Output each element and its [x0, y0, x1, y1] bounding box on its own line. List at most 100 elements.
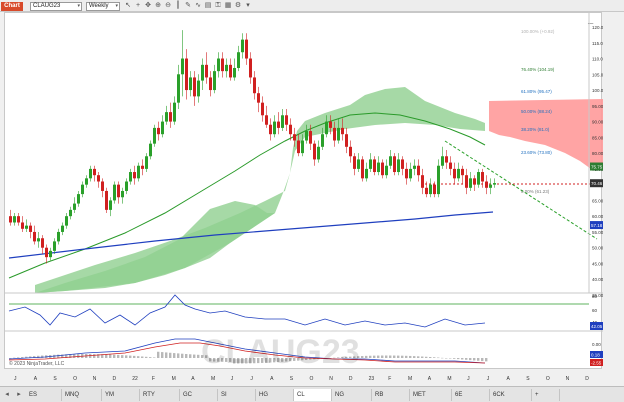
chart-area[interactable]: ← 100.00% (+0.92) 76.40% (104.19) 61.80% (… [4, 12, 606, 371]
price-tick-label: 40.00 [592, 277, 603, 282]
instrument-tab[interactable]: MNQ [62, 389, 102, 401]
price-tick-label: 80.00 [592, 151, 603, 156]
price-tick-label: 90.00 [592, 120, 603, 125]
macd-histogram-bar [197, 354, 200, 358]
price-tick-label: 110.00 [592, 57, 603, 62]
instrument-tab[interactable]: 6E [452, 389, 490, 401]
time-axis[interactable]: J A S O N D 22 F M A M J J A S O N D 23 F M A M J J A S O N D [4, 371, 602, 385]
fib-labels: 100.00% (+0.92) 76.40% (104.19) 61.80% (95… [521, 29, 555, 194]
symbol-select[interactable]: CLAUG23 ▾ [30, 2, 82, 11]
instrument-tab[interactable]: CL [294, 389, 332, 401]
add-tab-button[interactable]: + [532, 389, 560, 401]
bar-style-icon[interactable]: ┃ [174, 2, 182, 10]
candle-body [361, 159, 364, 179]
tiles-icon[interactable]: ▦ [224, 2, 232, 10]
candle-body [269, 124, 272, 135]
instrument-tab[interactable]: SI [218, 389, 256, 401]
candle-body [45, 247, 48, 258]
indicator1-tick-label: 60 [592, 308, 598, 313]
cursor-icon[interactable]: ↖ [124, 2, 132, 10]
macd-histogram-bar [465, 358, 468, 360]
chevron-down-icon: ▾ [77, 3, 80, 9]
time-tick-label: M [172, 376, 176, 382]
lock-icon[interactable]: ⚿ [214, 2, 222, 10]
pan-icon[interactable]: ✥ [144, 2, 152, 10]
price-chart[interactable]: ← 100.00% (+0.92)76.40% (104.19)61.80% (… [5, 13, 606, 371]
arrow-right-icon[interactable]: ▸ [14, 389, 24, 401]
candle-body [465, 175, 468, 188]
price-tick-label: 45.00 [592, 261, 603, 266]
macd-histogram-bar [481, 358, 484, 362]
macd-histogram-bar [393, 355, 396, 358]
crosshair-icon[interactable]: + [134, 2, 142, 10]
candle-body [185, 58, 188, 91]
candle-body [109, 200, 112, 210]
candle-body [321, 134, 324, 147]
candle-body [249, 58, 252, 78]
candle-body [85, 178, 88, 185]
properties-icon[interactable]: ⚙ [234, 2, 242, 10]
instrument-tab[interactable]: GC [180, 389, 218, 401]
indicator2-tick-label: 0.00 [592, 342, 601, 347]
macd-histogram-bar [417, 356, 420, 358]
macd-histogram-bar [421, 356, 424, 358]
time-tick-label: M [447, 376, 451, 382]
interval-value: Weekly [89, 3, 109, 9]
macd-histogram-bar [385, 355, 388, 358]
candle-body [169, 112, 172, 122]
candle-body [125, 181, 128, 191]
candle-body [113, 184, 116, 201]
arrow-left-icon[interactable]: ◂ [2, 389, 12, 401]
macd-histogram-bar [141, 356, 144, 358]
candle-body [481, 172, 484, 182]
candle-body [397, 159, 400, 173]
candle-body [21, 222, 24, 229]
instrument-tab[interactable]: NG [332, 389, 372, 401]
candle-body [457, 168, 460, 179]
price-flag-label: 70.46 [591, 181, 603, 186]
macd-histogram-bar [185, 354, 188, 358]
symbol-value: CLAUG23 [33, 3, 61, 9]
macd-histogram-bar [153, 357, 156, 358]
instrument-tab[interactable]: RTY [140, 389, 180, 401]
candle-body [301, 140, 304, 154]
fib-level-label: 38.20% (81.0) [521, 127, 550, 132]
time-tick-label: J [250, 376, 253, 382]
more-icon[interactable]: ▾ [244, 2, 252, 10]
candle-body [37, 238, 40, 242]
candle-body [289, 124, 292, 135]
candle-body [281, 115, 284, 128]
candle-body [261, 102, 264, 116]
zoom-out-icon[interactable]: ⊖ [164, 2, 172, 10]
interval-select[interactable]: Weekly ▾ [86, 2, 120, 11]
macd-histogram-bar [145, 356, 148, 358]
macd-histogram-bar [169, 352, 172, 358]
candle-body [209, 77, 212, 91]
candle-body [485, 181, 488, 188]
chart-tab[interactable]: Chart [1, 2, 23, 11]
candle-body [441, 156, 444, 166]
instrument-tab[interactable]: 6CK [490, 389, 532, 401]
candle-body [117, 184, 120, 198]
template-icon[interactable]: ▤ [204, 2, 212, 10]
candle-body [29, 225, 32, 232]
macd-histogram-bar [377, 355, 380, 358]
price-tick-label: 55.00 [592, 230, 603, 235]
chevron-down-icon: ▾ [115, 3, 118, 9]
macd-histogram-bar [429, 357, 432, 358]
zoom-in-icon[interactable]: ⊕ [154, 2, 162, 10]
price-tick-label: 65.00 [592, 198, 603, 203]
instrument-tab[interactable]: MET [410, 389, 452, 401]
candle-body [145, 156, 148, 169]
instrument-tab[interactable]: RB [372, 389, 410, 401]
indicator-icon[interactable]: ∿ [194, 2, 202, 10]
instrument-tab[interactable]: YM [102, 389, 140, 401]
instrument-tab[interactable]: HG [256, 389, 294, 401]
macd-histogram-bar [469, 358, 472, 361]
candle-body [197, 80, 200, 97]
candle-body [253, 77, 256, 94]
instrument-tab[interactable]: ES [26, 389, 62, 401]
macd-histogram-bar [73, 354, 76, 358]
draw-icon[interactable]: ✎ [184, 2, 192, 10]
macd-histogram-bar [125, 355, 128, 358]
